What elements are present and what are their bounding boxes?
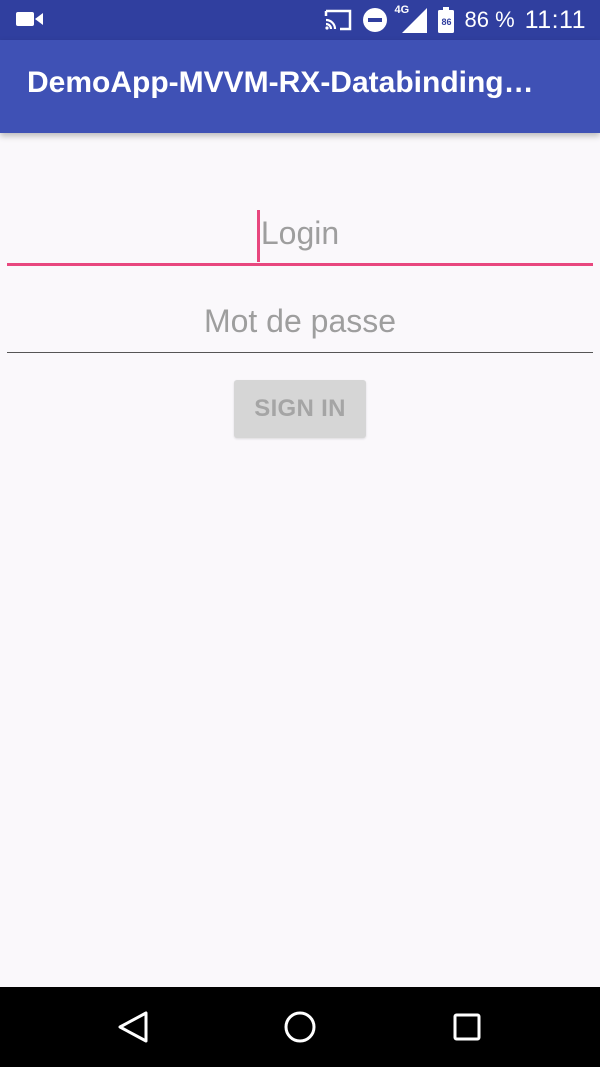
cast-icon [324,8,352,32]
login-underline [7,263,593,266]
status-bar: 4G 86 86 % 11:11 [0,0,600,40]
sign-in-button[interactable]: SIGN IN [234,380,366,438]
password-input[interactable]: Mot de passe [7,293,593,353]
password-underline [7,351,593,353]
signal-icon: 4G [394,4,428,34]
battery-badge: 86 [441,17,452,27]
network-type-label: 4G [394,4,410,16]
password-placeholder: Mot de passe [203,303,397,339]
app-bar: DemoApp-MVVM-RX-Databinding… [0,40,600,133]
recents-icon[interactable] [447,1007,487,1047]
login-placeholder: Login [260,215,340,251]
text-cursor [257,210,260,262]
home-icon[interactable] [280,1007,320,1047]
navigation-bar [0,987,600,1067]
login-input[interactable]: Login [7,205,593,266]
do-not-disturb-icon [362,7,388,33]
battery-percent: 86 % [464,7,515,32]
video-camera-icon [16,10,44,28]
app-title: DemoApp-MVVM-RX-Databinding… [27,66,534,99]
battery-icon: 86 [438,7,455,33]
clock-time: 11:11 [524,5,586,34]
back-icon[interactable] [113,1007,153,1047]
